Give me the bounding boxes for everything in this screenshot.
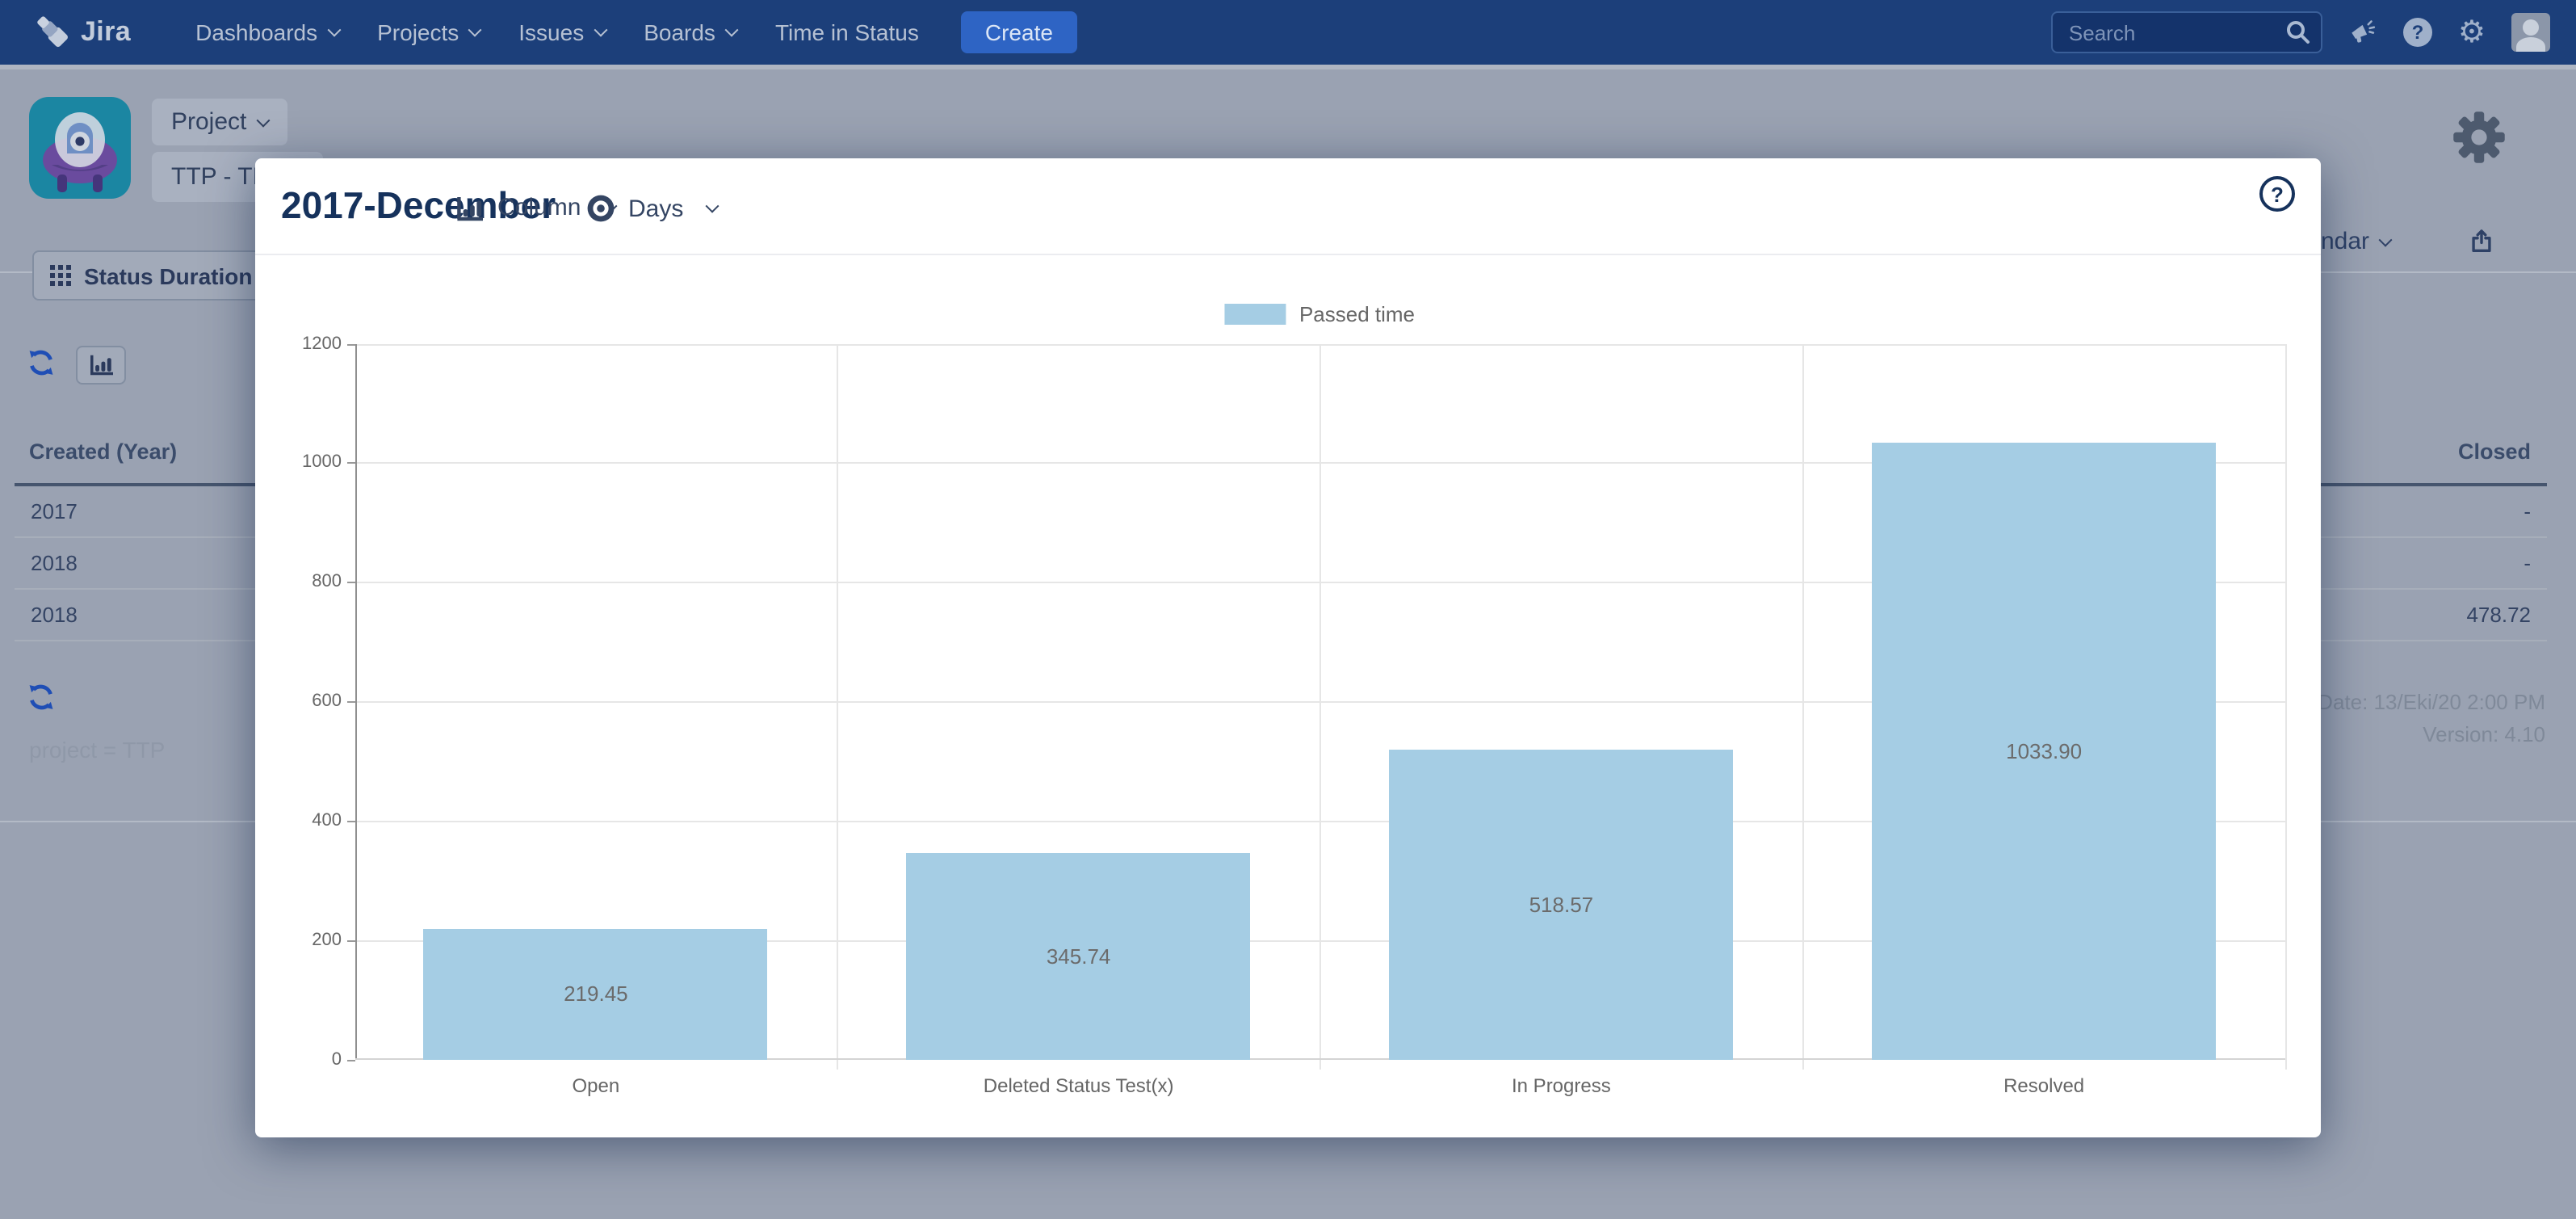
cell-created-year: 2018: [15, 551, 78, 575]
chevron-down-icon: [327, 23, 341, 37]
chart-view-button[interactable]: [76, 346, 126, 385]
category-separator-line: [1802, 343, 1804, 1070]
cell-created-year: 2018: [15, 603, 78, 627]
create-button[interactable]: Create: [961, 11, 1077, 53]
nav-item-time-in-status[interactable]: Time in Status: [775, 19, 919, 45]
nav-item-projects[interactable]: Projects: [377, 19, 480, 45]
project-scope-dropdown[interactable]: Project: [152, 99, 287, 145]
chart-legend[interactable]: Passed time: [1225, 302, 1415, 326]
calendar-dropdown-cutoff[interactable]: ndar: [2321, 228, 2390, 255]
navbar-menu: Dashboards Projects Issues Boards Time in St…: [157, 19, 919, 45]
refresh-icon[interactable]: [26, 347, 57, 386]
nav-item-label: Issues: [518, 19, 584, 45]
project-avatar-art: [29, 97, 131, 199]
bar-value-label: 219.45: [424, 982, 768, 1007]
user-avatar[interactable]: [2511, 13, 2550, 52]
chart-modal: 2017-December Column Days ? Passed time2…: [255, 158, 2321, 1137]
legend-swatch: [1225, 304, 1286, 325]
refresh-icon[interactable]: [26, 682, 57, 721]
x-category-label: Resolved: [1802, 1074, 2285, 1097]
nav-item-issues[interactable]: Issues: [518, 19, 605, 45]
project-avatar[interactable]: [29, 97, 131, 199]
category-separator-line: [837, 343, 839, 1070]
cell-closed-value: -: [2524, 551, 2547, 575]
chevron-down-icon: [256, 113, 270, 127]
status-duration-gadget-tab[interactable]: Status Duration: [32, 250, 268, 301]
bar-deleted-status-test-x-[interactable]: 345.74: [907, 853, 1251, 1060]
y-axis-line: [355, 343, 356, 1060]
table-header-created: Created (Year): [29, 439, 177, 464]
category-separator-line: [1320, 343, 1322, 1070]
jira-logo-text: Jira: [81, 16, 131, 48]
project-scope-label: Project: [171, 108, 246, 136]
bar-in-progress[interactable]: 518.57: [1389, 750, 1733, 1060]
navbar-bottom-strip: [0, 65, 2576, 69]
y-tick-mark: [346, 582, 355, 584]
y-tick-mark: [346, 343, 355, 345]
search-input[interactable]: [2051, 11, 2322, 53]
nav-item-label: Boards: [644, 19, 715, 45]
nav-item-label: Dashboards: [195, 19, 317, 45]
cell-closed-value: -: [2524, 499, 2547, 523]
bar-value-label: 1033.90: [1872, 739, 2216, 763]
status-duration-chart: Passed time 219.45 345.74 518.57 1033.90 0 200…: [255, 158, 2321, 1137]
y-tick-mark: [346, 702, 355, 704]
legend-label: Passed time: [1299, 302, 1415, 326]
jira-page: Jira Dashboards Projects Issues Boards Time …: [0, 0, 2576, 1219]
jira-logo[interactable]: Jira: [36, 15, 131, 50]
x-category-label: Deleted Status Test(x): [837, 1074, 1320, 1097]
nav-item-dashboards[interactable]: Dashboards: [195, 19, 338, 45]
top-navbar: Jira Dashboards Projects Issues Boards Time …: [0, 0, 2576, 65]
nav-item-label: Projects: [377, 19, 459, 45]
cell-closed-value: 478.72: [2466, 603, 2547, 627]
y-tick-mark: [346, 821, 355, 822]
help-icon[interactable]: ?: [2403, 18, 2432, 47]
y-tick-label: 1200: [267, 334, 342, 353]
category-separator-line: [2285, 343, 2287, 1070]
settings-gear-icon[interactable]: ⚙: [2458, 17, 2486, 48]
y-tick-label: 400: [267, 811, 342, 830]
gadget-title: Status Duration: [84, 263, 252, 288]
jql-query-text: project = TTP: [29, 737, 165, 763]
chevron-down-icon: [2379, 233, 2393, 246]
nav-item-boards[interactable]: Boards: [644, 19, 736, 45]
feedback-megaphone-icon[interactable]: [2348, 18, 2377, 47]
chevron-down-icon: [594, 23, 607, 37]
plot-area: 219.45 345.74 518.57 1033.90: [355, 343, 2285, 1060]
dashboard-gear-icon[interactable]: [2452, 110, 2507, 173]
y-tick-mark: [346, 463, 355, 464]
jira-logo-icon: [36, 15, 71, 50]
version-text: Version: 4.10: [2299, 719, 2545, 751]
x-category-label: In Progress: [1320, 1074, 1803, 1097]
x-category-label: Open: [355, 1074, 837, 1097]
y-tick-mark: [346, 940, 355, 942]
y-tick-label: 600: [267, 692, 342, 712]
bar-value-label: 345.74: [907, 944, 1251, 969]
chevron-down-icon: [724, 23, 738, 37]
bar-value-label: 518.57: [1389, 893, 1733, 917]
y-tick-mark: [346, 1060, 355, 1061]
grid-icon: [50, 265, 55, 270]
navbar-right: ? ⚙: [2051, 0, 2550, 65]
report-meta: rt Date: 13/Eki/20 2:00 PM Version: 4.10: [2299, 687, 2545, 751]
nav-item-label: Time in Status: [775, 19, 919, 45]
search-wrap: [2051, 11, 2322, 53]
y-tick-label: 200: [267, 931, 342, 950]
report-date-text: rt Date: 13/Eki/20 2:00 PM: [2299, 687, 2545, 719]
bar-open[interactable]: 219.45: [424, 929, 768, 1060]
bar-resolved[interactable]: 1033.90: [1872, 443, 2216, 1060]
export-share-icon[interactable]: [2468, 228, 2495, 263]
cell-created-year: 2017: [15, 499, 78, 523]
calendar-dropdown-label: ndar: [2321, 228, 2369, 255]
chevron-down-icon: [468, 23, 482, 37]
y-tick-label: 0: [267, 1050, 342, 1070]
y-tick-label: 800: [267, 573, 342, 592]
y-tick-label: 1000: [267, 453, 342, 473]
search-icon[interactable]: [2285, 19, 2311, 45]
